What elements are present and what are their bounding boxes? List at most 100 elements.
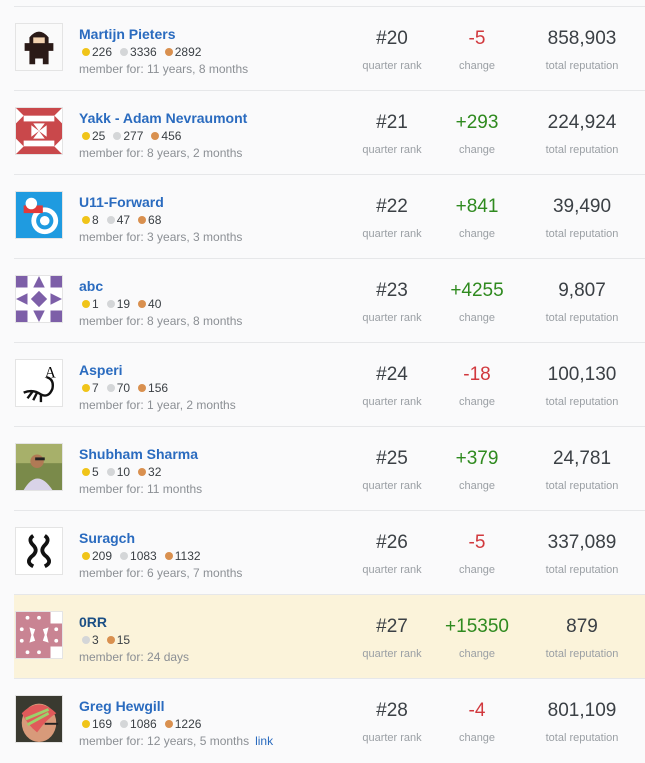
bronze-badge-icon (138, 216, 147, 224)
total-reputation-label: total reputation (545, 648, 619, 660)
member-since: member for: 3 years, 3 months (79, 229, 242, 246)
badge-counts: 3 15 (79, 632, 189, 649)
member-since-text: member for: 12 years, 5 months (79, 734, 250, 748)
member-since-text: member for: 24 days (79, 650, 190, 664)
badge-counts: 209 1083 1132 (79, 548, 242, 565)
gold-badge-number: 226 (92, 45, 113, 59)
member-since-text: member for: 8 years, 8 months (79, 314, 243, 328)
rep-change: -4 change (422, 699, 532, 745)
user-info: Suragch 209 1083 1132 member for: 6 years,… (79, 529, 242, 582)
rep-change-label: change (458, 396, 496, 408)
ninja-avatar[interactable] (15, 23, 63, 71)
photo-hair-avatar[interactable] (15, 695, 63, 743)
total-reputation: 100,130 total reputation (527, 363, 637, 409)
silver-badge-number: 19 (116, 297, 131, 311)
silver-badge-number: 3 (92, 633, 99, 647)
silver-badge-count: 70 (104, 380, 130, 397)
total-reputation-value: 801,109 (547, 700, 617, 721)
total-reputation: 9,807 total reputation (527, 279, 637, 325)
user-name-link[interactable]: Greg Hewgill (79, 697, 273, 715)
user-name-link[interactable]: U11-Forward (79, 193, 242, 211)
badge-counts: 8 47 68 (79, 212, 242, 229)
rep-change: +293 change (422, 111, 532, 157)
bronze-badge-icon (138, 384, 147, 392)
user-info: abc 1 19 40 member for: 8 years, 8 months (79, 277, 242, 330)
member-since-text: member for: 11 years, 8 months (79, 62, 249, 76)
silver-badge-icon (106, 300, 115, 308)
total-reputation: 801,109 total reputation (527, 699, 637, 745)
silver-badge-number: 10 (116, 465, 131, 479)
total-reputation-label: total reputation (545, 312, 619, 324)
bronze-badge-number: 32 (148, 465, 162, 479)
user-name-link[interactable]: Yakk - Adam Nevraumont (79, 109, 247, 127)
user-info: Greg Hewgill 169 1086 1226 member for: 12 … (79, 697, 273, 750)
user-name-link[interactable]: Asperi (79, 361, 236, 379)
bronze-badge-icon (106, 636, 115, 644)
scorpion-avatar[interactable]: A (15, 359, 63, 407)
member-since: member for: 8 years, 8 months (79, 313, 242, 330)
rep-change: +841 change (422, 195, 532, 241)
silver-badge-icon (106, 384, 115, 392)
gold-badge-count: 226 (79, 44, 112, 61)
member-since: member for: 11 years, 8 months (79, 61, 248, 78)
svg-text:A: A (45, 364, 56, 381)
total-reputation: 337,089 total reputation (527, 531, 637, 577)
total-reputation-label: total reputation (545, 60, 619, 72)
member-since-text: member for: 8 years, 2 months (79, 146, 243, 160)
bronze-badge-icon (164, 48, 173, 56)
gold-badge-number: 8 (92, 213, 99, 227)
rep-change-value: +841 (455, 196, 499, 217)
user-info: Shubham Sharma 5 10 32 member for: 11 mont… (79, 445, 202, 498)
total-reputation-value: 879 (566, 616, 598, 637)
gold-badge-count: 25 (79, 128, 105, 145)
rep-change-label: change (458, 228, 496, 240)
script-avatar[interactable] (15, 527, 63, 575)
bronze-badge-icon (138, 468, 147, 476)
user-name-link[interactable]: Suragch (79, 529, 242, 547)
user-row: Shubham Sharma 5 10 32 member for: 11 mont… (14, 426, 645, 510)
user-name-link[interactable]: abc (79, 277, 242, 295)
user-row: abc 1 19 40 member for: 8 years, 8 months … (14, 258, 645, 342)
member-since: member for: 11 months (79, 481, 202, 498)
user-row: 0RR 3 15 member for: 24 days #27 quarter r… (14, 594, 645, 678)
user-profile-link[interactable]: link (255, 734, 273, 748)
total-reputation: 858,903 total reputation (527, 27, 637, 73)
silver-badge-count: 19 (104, 296, 130, 313)
bronze-badge-number: 1226 (174, 717, 202, 731)
photo-avatar[interactable] (15, 443, 63, 491)
user-row: Suragch 209 1083 1132 member for: 6 years,… (14, 510, 645, 594)
bronze-badge-count: 456 (148, 128, 181, 145)
silver-badge-icon (120, 552, 129, 560)
silver-badge-icon (106, 468, 115, 476)
bronze-badge-number: 40 (148, 297, 162, 311)
bronze-badge-number: 1132 (174, 549, 201, 563)
gold-badge-count: 7 (79, 380, 99, 397)
user-name-link[interactable]: Shubham Sharma (79, 445, 202, 463)
gold-badge-number: 169 (92, 717, 113, 731)
user-name-link[interactable]: Martijn Pieters (79, 25, 248, 43)
total-reputation-value: 9,807 (558, 280, 606, 301)
user-row: A Asperi 7 70 156 member for: 1 year, 2 mo… (14, 342, 645, 426)
gold-badge-number: 7 (92, 381, 99, 395)
total-reputation-value: 100,130 (547, 364, 617, 385)
badge-counts: 5 10 32 (79, 464, 202, 481)
badge-counts: 7 70 156 (79, 380, 236, 397)
user-info: Asperi 7 70 156 member for: 1 year, 2 mont… (79, 361, 236, 414)
bronze-badge-icon (138, 300, 147, 308)
rep-change-value: -4 (468, 700, 486, 721)
blue-cartoon-avatar[interactable] (15, 191, 63, 239)
silver-badge-icon (106, 216, 115, 224)
rep-change-value: -18 (463, 364, 491, 385)
user-name-link[interactable]: 0RR (79, 613, 189, 631)
total-reputation-label: total reputation (545, 396, 619, 408)
bronze-badge-count: 15 (104, 632, 130, 649)
identicon-pink-avatar[interactable] (15, 611, 63, 659)
rep-change-label: change (458, 732, 496, 744)
rep-change-value: +379 (455, 448, 499, 469)
gold-badge-count: 5 (79, 464, 99, 481)
rep-change: +379 change (422, 447, 532, 493)
member-since: member for: 8 years, 2 months (79, 145, 247, 162)
identicon-red-avatar[interactable] (15, 107, 63, 155)
bronze-badge-number: 2892 (174, 45, 202, 59)
identicon-purple-avatar[interactable] (15, 275, 63, 323)
